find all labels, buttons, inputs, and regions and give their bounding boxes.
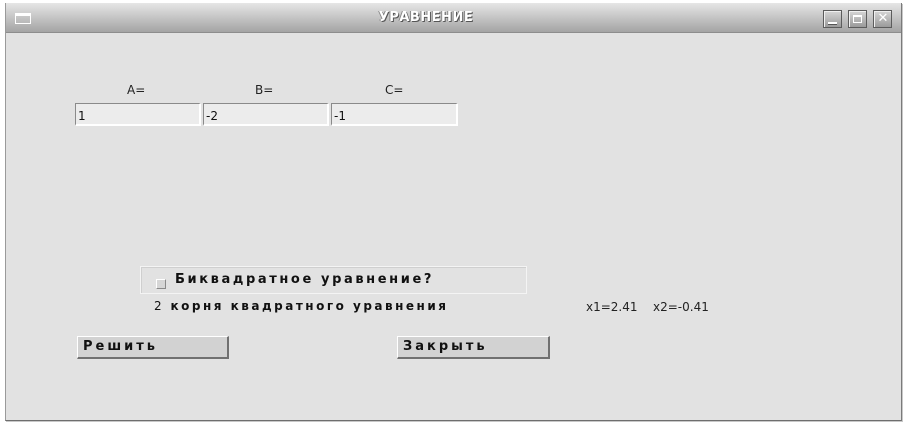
- close-window-button[interactable]: ✕: [873, 10, 892, 28]
- coefficient-a-input[interactable]: [75, 103, 201, 126]
- root-x1: x1=2.41: [586, 300, 638, 314]
- biquadratic-label: Биквадратное уравнение?: [175, 272, 435, 287]
- close-icon: ✕: [877, 11, 889, 26]
- window-title: УРАВНЕНИЕ: [378, 10, 474, 25]
- biquadratic-checkbox[interactable]: [156, 279, 166, 289]
- coefficient-b-input[interactable]: [203, 103, 329, 126]
- maximize-button[interactable]: [848, 10, 867, 28]
- maximize-icon: [853, 15, 862, 23]
- result-text: корня квадратного уравнения: [170, 299, 449, 313]
- result-summary: 2 корня квадратного уравнения: [154, 299, 448, 313]
- label-a: A=: [127, 83, 146, 97]
- solve-button[interactable]: Решить: [77, 336, 229, 359]
- equation-window: УРАВНЕНИЕ ✕ A= B= C= Биквадратное уравне…: [5, 3, 902, 421]
- minimize-icon: [828, 22, 837, 24]
- root-x2: x2=-0.41: [653, 300, 709, 314]
- close-button[interactable]: Закрыть: [397, 336, 550, 359]
- coefficient-c-input[interactable]: [331, 103, 458, 126]
- label-b: B=: [255, 83, 274, 97]
- minimize-button[interactable]: [823, 10, 842, 28]
- title-bar[interactable]: УРАВНЕНИЕ ✕: [6, 3, 901, 33]
- biquadratic-option[interactable]: Биквадратное уравнение?: [140, 266, 527, 294]
- root-count: 2: [154, 299, 165, 313]
- label-c: C=: [385, 83, 404, 97]
